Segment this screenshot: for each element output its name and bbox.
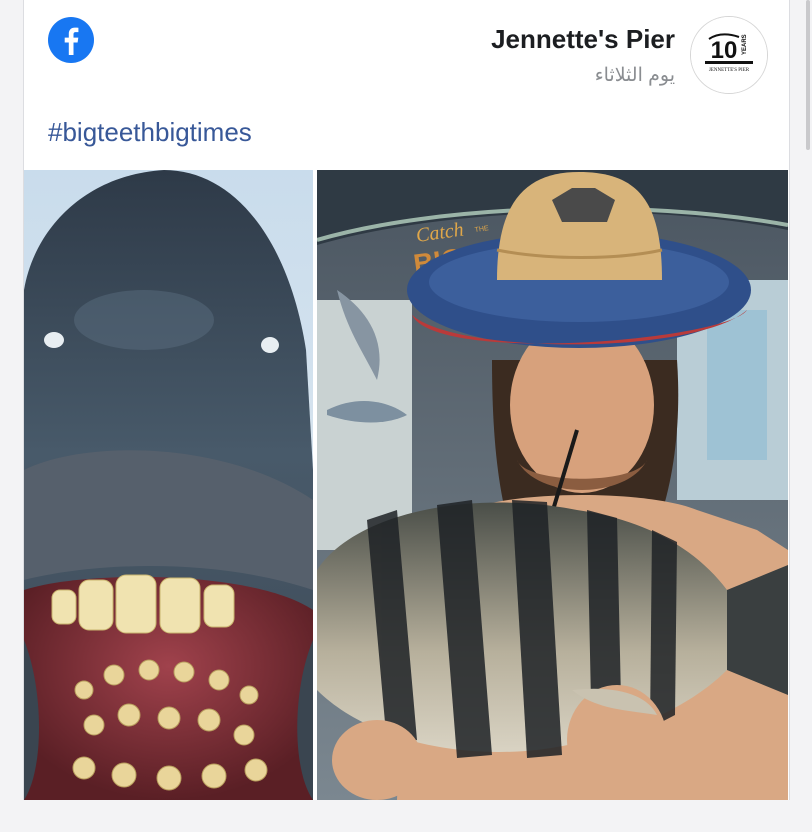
scrollbar[interactable] bbox=[806, 0, 810, 150]
logo-number: 10 bbox=[711, 37, 738, 64]
feed-gap bbox=[0, 800, 812, 832]
photo-fish-teeth[interactable] bbox=[24, 170, 313, 800]
post-timestamp[interactable]: يوم الثلاثاء bbox=[595, 64, 675, 87]
page-avatar[interactable]: 10 YEARS JENNETTE'S PIER bbox=[690, 16, 768, 94]
logo-years: YEARS bbox=[742, 34, 748, 55]
hashtag-link[interactable]: #bigteethbigtimes bbox=[48, 117, 252, 148]
post-card: Jennette's Pier يوم الثلاثاء 10 YEARS JE… bbox=[23, 0, 790, 800]
page-name-link[interactable]: Jennette's Pier bbox=[491, 24, 675, 55]
facebook-icon[interactable] bbox=[48, 17, 94, 63]
photo-man-holding-fish[interactable]: Catch THE BIG ONES bbox=[317, 170, 788, 800]
logo-name: JENNETTE'S PIER bbox=[709, 68, 750, 73]
